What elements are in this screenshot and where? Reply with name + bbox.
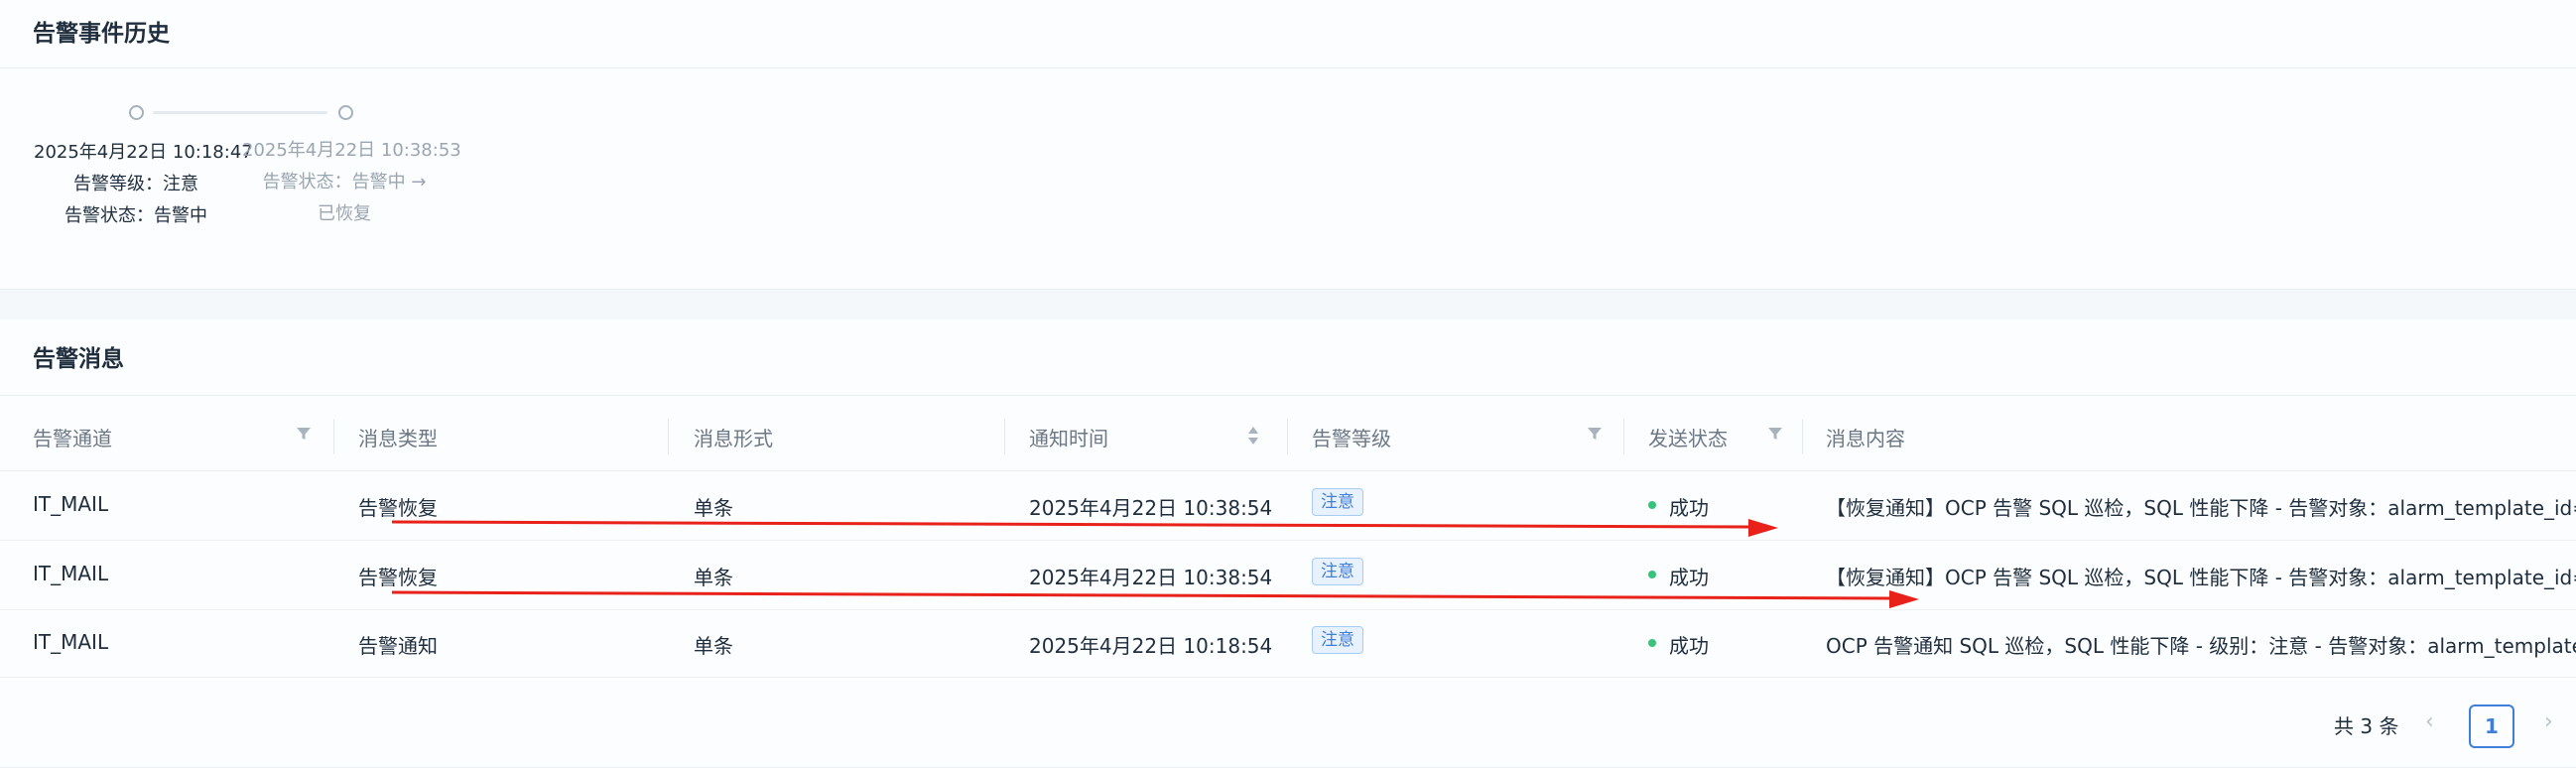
cell-form: 单条 [694,496,733,520]
cell-send-status: 成功 [1669,496,1709,520]
level-tag: 注意 [1312,626,1363,654]
column-separator [668,419,669,454]
cell-channel: IT_MAIL [33,630,109,654]
cell-type: 告警恢复 [358,496,438,520]
cell-content[interactable]: 【恢复通知】OCP 告警 SQL 巡检，SQL 性能下降 - 告警对象：alar… [1826,492,2576,521]
column-separator [1802,419,1803,454]
messages-divider [0,395,2576,396]
cell-content[interactable]: 【恢复通知】OCP 告警 SQL 巡检，SQL 性能下降 - 告警对象：alar… [1826,562,2576,590]
alarm-event-history-card: 告警事件历史 2025年4月22日 10:18:47 告警等级：注意 告警状态：… [0,0,2576,290]
event-2-status: 告警状态：告警中 → [262,172,427,192]
column-separator [1287,419,1288,454]
column-separator [1623,419,1624,454]
col-header-time[interactable]: 通知时间 [1029,423,1108,451]
timeline-node-1 [129,105,144,120]
col-header-level[interactable]: 告警等级 [1312,423,1391,451]
success-dot-icon [1648,501,1656,509]
cell-send-status: 成功 [1669,566,1709,589]
col-header-content: 消息内容 [1826,427,1905,450]
cell-time: 2025年4月22日 10:38:54 [1029,496,1273,520]
alarm-messages-card: 告警消息 告警通道 消息类型 消息形式 通知时间 告警等级 发送状态 消息内容 [0,320,2576,768]
sort-icon[interactable] [1246,425,1260,447]
cell-type: 告警通知 [358,634,438,658]
row-divider [0,609,2576,610]
column-separator [1004,419,1005,454]
success-dot-icon [1648,571,1656,578]
col-header-send-status[interactable]: 发送状态 [1648,423,1728,451]
prev-page-icon[interactable]: ‹ [2425,709,2434,734]
row-divider [0,677,2576,678]
cell-type: 告警恢复 [358,566,438,589]
timeline-event-2: 2025年4月22日 10:38:53 告警状态：告警中 → 已恢复 [242,135,461,230]
col-header-channel[interactable]: 告警通道 [33,423,112,451]
cell-channel: IT_MAIL [33,562,109,585]
timeline-connector [153,111,327,114]
column-separator [333,419,334,454]
filter-icon[interactable] [1766,425,1784,443]
event-2-status-cont: 已恢复 [318,203,371,224]
level-tag: 注意 [1312,558,1363,585]
cell-content[interactable]: OCP 告警通知 SQL 巡检，SQL 性能下降 - 级别：注意 - 告警对象：… [1826,630,2576,659]
header-divider [0,470,2576,471]
cell-send-status: 成功 [1669,634,1709,658]
cell-time: 2025年4月22日 10:18:54 [1029,634,1273,658]
row-divider [0,540,2576,541]
history-divider [0,67,2576,68]
col-header-form: 消息形式 [694,427,773,450]
filter-icon[interactable] [295,425,313,443]
cell-form: 单条 [694,634,733,658]
event-2-time: 2025年4月22日 10:38:53 [242,140,461,161]
col-header-type: 消息类型 [358,427,438,450]
pagination-total: 共 3 条 [2334,714,2399,738]
next-page-icon[interactable]: › [2544,709,2553,734]
cell-form: 单条 [694,566,733,589]
success-dot-icon [1648,639,1656,647]
history-title: 告警事件历史 [33,21,170,47]
level-tag: 注意 [1312,488,1363,516]
page-button-1[interactable]: 1 [2469,704,2514,748]
cell-channel: IT_MAIL [33,492,109,516]
filter-icon[interactable] [1586,425,1604,443]
event-1-status: 告警状态：告警中 [64,205,207,226]
timeline-node-2 [338,105,353,120]
event-1-level: 告警等级：注意 [73,174,198,194]
cell-time: 2025年4月22日 10:38:54 [1029,566,1273,589]
messages-title: 告警消息 [33,346,124,372]
event-1-time: 2025年4月22日 10:18:47 [34,142,253,163]
timeline-event-1: 2025年4月22日 10:18:47 告警等级：注意 告警状态：告警中 [34,137,253,232]
